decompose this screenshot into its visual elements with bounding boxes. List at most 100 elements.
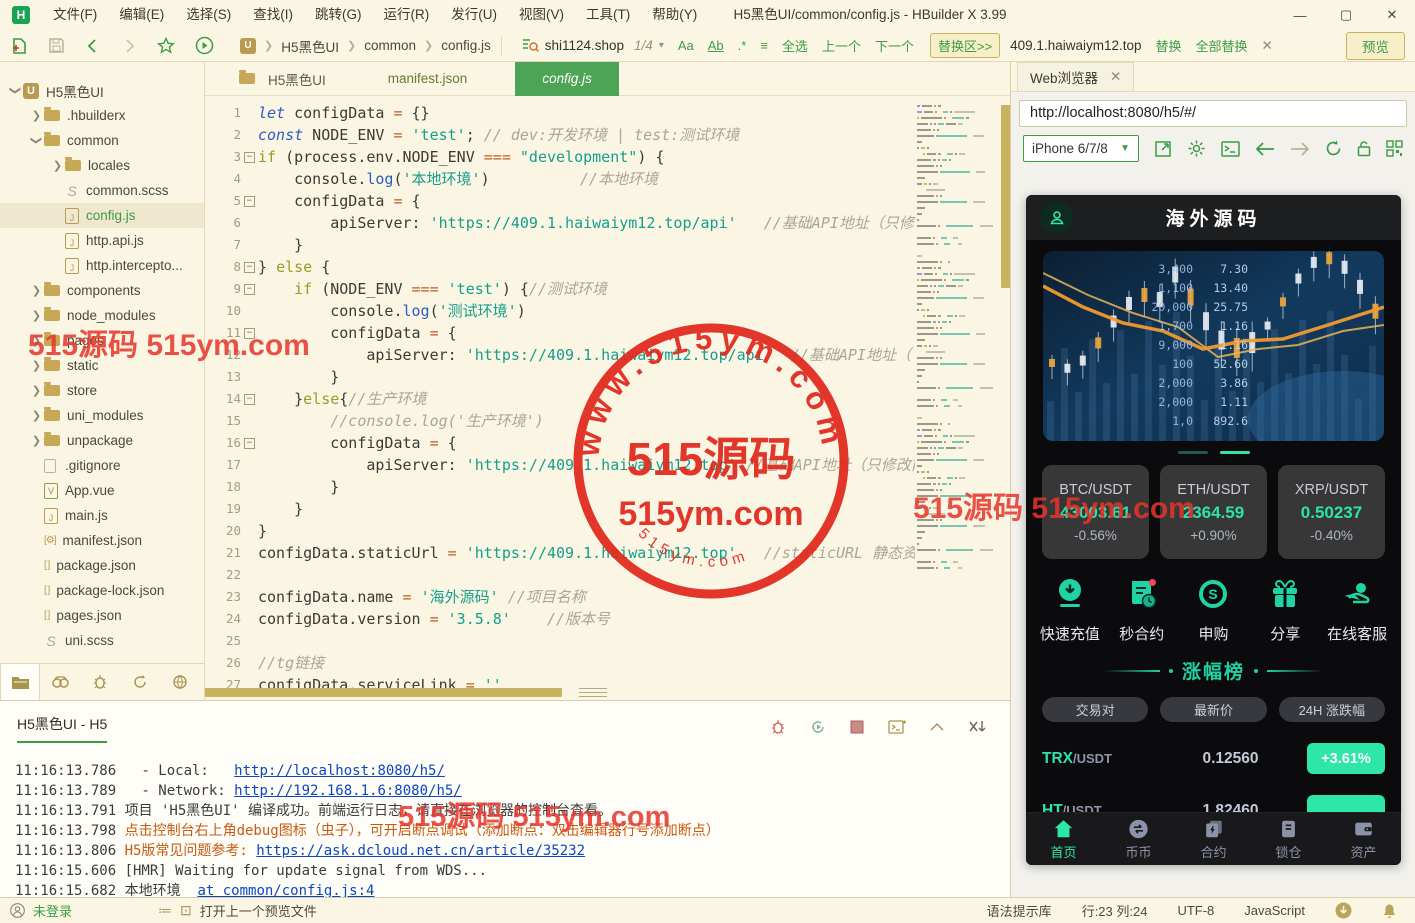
tree-item[interactable]: ❯ .hbuilderx <box>0 103 204 128</box>
restart-icon[interactable] <box>810 719 826 735</box>
line-number[interactable]: 12 <box>205 344 241 366</box>
line-number[interactable]: 14 <box>205 388 241 410</box>
menu-item[interactable]: 查找(I) <box>242 0 304 30</box>
files-tab-icon[interactable] <box>0 664 40 700</box>
nav-item-首页[interactable]: 首页 <box>1026 813 1101 865</box>
tree-item[interactable]: [ ] pages.json <box>0 603 204 628</box>
tree-item[interactable]: ❯ U H5黑色UI <box>0 78 204 103</box>
fold-marker-icon[interactable]: − <box>244 151 255 163</box>
editor-tab-manifest.json[interactable]: manifest.json <box>388 71 468 86</box>
line-number[interactable]: 8 <box>205 256 241 278</box>
nav-item-合约[interactable]: 合约 <box>1176 813 1251 865</box>
line-number[interactable]: 6 <box>205 212 241 234</box>
line-number[interactable]: 1 <box>205 102 241 124</box>
ticker-card[interactable]: BTC/USDT 43003.61 -0.56% <box>1042 465 1149 559</box>
console-link[interactable]: https://ask.dcloud.net.cn/article/35232 <box>256 843 585 859</box>
tree-item[interactable]: [ ] package.json <box>0 553 204 578</box>
minimize-button[interactable]: — <box>1277 0 1323 30</box>
line-number[interactable]: 2 <box>205 124 241 146</box>
open-external-icon[interactable] <box>1154 140 1172 158</box>
table-header-pill[interactable]: 24H 涨跌幅 <box>1278 697 1385 722</box>
line-number[interactable]: 13 <box>205 366 241 388</box>
refresh-tab-icon[interactable] <box>120 664 160 700</box>
line-number[interactable]: 16 <box>205 432 241 454</box>
maximize-button[interactable]: ▢ <box>1323 0 1369 30</box>
replace-zone-button[interactable]: 替换区>> <box>929 33 1001 58</box>
tree-item[interactable]: ❯ static <box>0 353 204 378</box>
menu-item[interactable]: 文件(F) <box>42 0 108 30</box>
terminal-icon[interactable]: ⊡ <box>180 902 192 919</box>
forward-icon[interactable] <box>121 38 137 54</box>
line-number[interactable]: 22 <box>205 564 241 586</box>
horizontal-scrollbar[interactable] <box>205 688 562 697</box>
encoding[interactable]: UTF-8 <box>1177 903 1214 918</box>
tree-item[interactable]: Suni.scss <box>0 628 204 653</box>
update-icon[interactable] <box>1335 902 1352 919</box>
shortcut-seconds-contract[interactable]: 秒合约 <box>1106 576 1178 644</box>
line-number[interactable]: 3 <box>205 146 241 168</box>
breadcrumb-folder[interactable]: common <box>364 38 416 53</box>
fold-column[interactable]: − <box>241 151 258 163</box>
new-terminal-icon[interactable] <box>888 719 906 735</box>
tree-item[interactable]: ❯ pages <box>0 328 204 353</box>
line-number[interactable]: 4 <box>205 168 241 190</box>
tree-item[interactable]: ❯ components <box>0 278 204 303</box>
match-case-button[interactable]: Aa <box>678 38 694 53</box>
menu-item[interactable]: 工具(T) <box>575 0 641 30</box>
back-icon[interactable] <box>1255 141 1275 156</box>
open-previous-preview[interactable]: 打开上一个预览文件 <box>200 901 317 920</box>
tree-item[interactable]: ❯ node_modules <box>0 303 204 328</box>
tree-item[interactable]: ❯ uni_modules <box>0 403 204 428</box>
nav-item-币币[interactable]: 币币 <box>1101 813 1176 865</box>
shortcut-subscribe[interactable]: S 申购 <box>1178 576 1250 644</box>
fold-column[interactable]: − <box>241 261 258 273</box>
fold-column[interactable]: − <box>241 393 258 405</box>
fold-column[interactable]: − <box>241 437 258 449</box>
table-header-pill[interactable]: 最新价 <box>1160 697 1267 722</box>
line-number[interactable]: 11 <box>205 322 241 344</box>
list-results-button[interactable]: ≡ <box>760 38 768 53</box>
line-number[interactable]: 21 <box>205 542 241 564</box>
close-button[interactable]: ✕ <box>1369 0 1415 30</box>
fold-column[interactable]: − <box>241 327 258 339</box>
line-number[interactable]: 17 <box>205 454 241 476</box>
line-number[interactable]: 25 <box>205 630 241 652</box>
line-number[interactable]: 10 <box>205 300 241 322</box>
browser-tab[interactable]: Web浏览器 ✕ <box>1017 62 1135 91</box>
tree-item[interactable]: Jhttp.intercepto... <box>0 253 204 278</box>
minimap[interactable] <box>917 105 1001 573</box>
fold-marker-icon[interactable]: − <box>244 283 255 295</box>
login-status[interactable]: 未登录 <box>33 901 72 920</box>
collapse-panel-icon[interactable] <box>930 722 944 732</box>
url-input[interactable]: http://localhost:8080/h5/#/ <box>1019 100 1407 127</box>
select-all-button[interactable]: 全选 <box>782 36 808 55</box>
favorite-icon[interactable] <box>157 36 175 55</box>
console-link[interactable]: http://192.168.1.6:8080/h5/ <box>234 783 462 799</box>
menu-item[interactable]: 视图(V) <box>508 0 575 30</box>
console-tab[interactable]: H5黑色UI - H5 <box>17 714 108 743</box>
language-mode[interactable]: JavaScript <box>1244 903 1305 918</box>
refresh-icon[interactable] <box>1325 140 1342 157</box>
menu-item[interactable]: 跳转(G) <box>304 0 373 30</box>
tree-item[interactable]: ❯ locales <box>0 153 204 178</box>
tree-item[interactable]: .gitignore <box>0 453 204 478</box>
splitter-grip[interactable] <box>579 688 607 697</box>
table-header-pill[interactable]: 交易对 <box>1042 697 1149 722</box>
ticker-card[interactable]: ETH/USDT 2364.59 +0.90% <box>1160 465 1267 559</box>
cursor-position[interactable]: 行:23 列:24 <box>1082 901 1148 920</box>
stop-icon[interactable] <box>850 720 864 734</box>
carousel-dot[interactable] <box>1177 451 1208 454</box>
line-number[interactable]: 24 <box>205 608 241 630</box>
fold-marker-icon[interactable]: − <box>244 261 255 273</box>
search-tab-icon[interactable] <box>40 664 80 700</box>
debug-icon[interactable] <box>770 719 786 735</box>
menu-item[interactable]: 发行(U) <box>440 0 508 30</box>
tree-item[interactable]: Scommon.scss <box>0 178 204 203</box>
qrcode-icon[interactable] <box>1386 140 1403 157</box>
line-number[interactable]: 23 <box>205 586 241 608</box>
nav-item-锁仓[interactable]: 锁仓 <box>1251 813 1326 865</box>
preview-button[interactable]: 预览 <box>1346 31 1405 60</box>
outline-icon[interactable]: ≔ <box>158 902 172 919</box>
fold-column[interactable]: − <box>241 195 258 207</box>
shortcut-recharge[interactable]: 快速充值 <box>1034 576 1106 644</box>
